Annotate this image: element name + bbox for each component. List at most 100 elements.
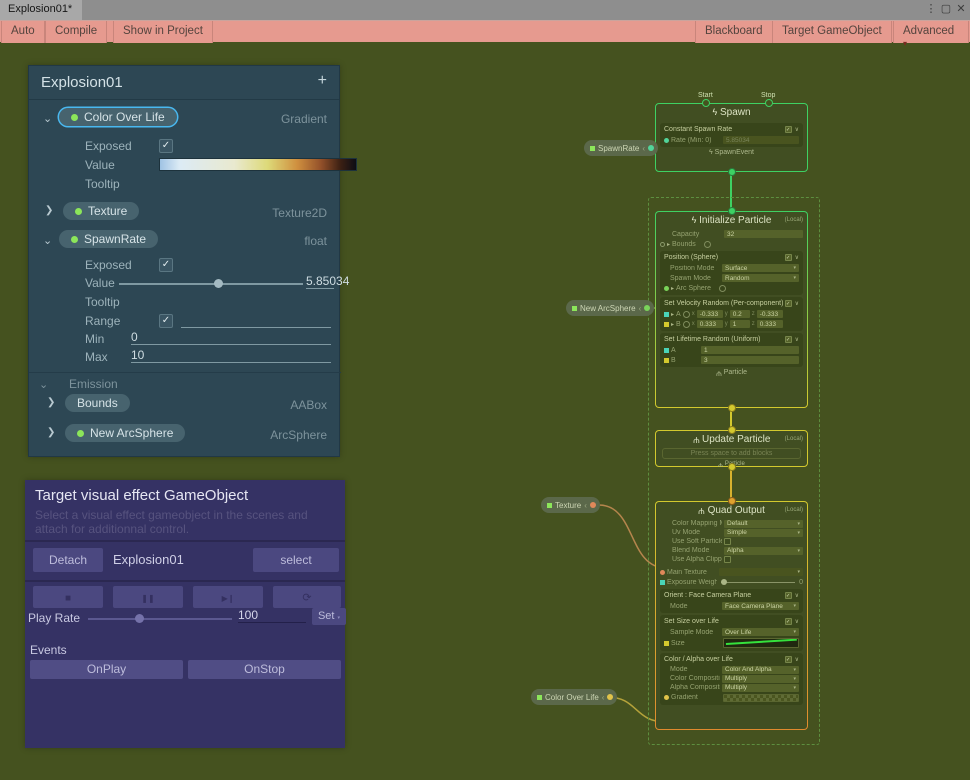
gradient-input-port[interactable]	[664, 695, 669, 700]
onplay-button[interactable]: OnPlay	[30, 660, 183, 679]
block-set-lifetime-random[interactable]: Set Lifetime Random (Uniform) ✓ ∨ A 1 B …	[660, 333, 803, 367]
spawn-mode-dropdown[interactable]: Random▾	[722, 274, 799, 282]
graph-param-node-texture[interactable]: Texture ‹	[541, 497, 600, 513]
random-mode-icon[interactable]	[683, 311, 690, 318]
param-pill-spawnrate[interactable]: SpawnRate	[59, 230, 158, 248]
onstop-button[interactable]: OnStop	[188, 660, 341, 679]
b-input-port[interactable]	[664, 358, 669, 363]
collapse-icon[interactable]: ‹	[584, 501, 587, 510]
random-mode-icon[interactable]	[719, 285, 726, 292]
block-collapse-icon[interactable]: ∨	[795, 254, 799, 261]
particle-input-port[interactable]	[728, 497, 736, 505]
expand-icon[interactable]: ▸	[671, 311, 674, 318]
gradient-value-field[interactable]	[159, 158, 357, 171]
gradient-field[interactable]	[723, 694, 799, 702]
b-z-field[interactable]: 0.333	[757, 320, 783, 328]
expand-icon[interactable]: ▸	[667, 241, 670, 248]
lifetime-b-field[interactable]: 3	[701, 356, 799, 364]
size-curve-field[interactable]	[723, 638, 799, 648]
block-enabled-checkbox[interactable]: ✓	[785, 126, 792, 133]
blackboard-header[interactable]: Explosion01 +	[29, 66, 339, 100]
exposure-weight-value[interactable]: 0	[799, 579, 803, 586]
size-input-port[interactable]	[664, 641, 669, 646]
collapse-icon[interactable]: ‹	[639, 304, 642, 313]
capacity-field[interactable]: 32	[724, 230, 803, 238]
block-collapse-icon[interactable]: ∨	[795, 618, 799, 625]
blend-mode-dropdown[interactable]: Alpha▾	[724, 547, 803, 555]
add-parameter-button[interactable]: +	[318, 72, 327, 90]
main-texture-input-port[interactable]	[660, 570, 665, 575]
param-pill-texture[interactable]: Texture	[63, 202, 139, 220]
use-soft-particle-checkbox[interactable]	[724, 538, 731, 545]
space-label[interactable]: (Local)	[785, 507, 803, 513]
stop-input-port[interactable]	[765, 99, 773, 107]
value-slider-handle[interactable]	[214, 279, 223, 288]
random-mode-icon[interactable]	[683, 321, 690, 328]
step-button[interactable]: ▶❙	[193, 586, 263, 608]
block-collapse-icon[interactable]: ∨	[795, 336, 799, 343]
orient-mode-dropdown[interactable]: Face Camera Plane▾	[722, 602, 799, 610]
particle-input-port[interactable]	[728, 426, 736, 434]
color-mapping-dropdown[interactable]: Default▾	[724, 520, 803, 528]
bounds-input-port[interactable]	[660, 242, 665, 247]
b-x-field[interactable]: 0.333	[697, 320, 723, 328]
set-dropdown-button[interactable]: Set ▾	[312, 608, 346, 625]
color-mode-dropdown[interactable]: Color And Alpha▾	[722, 666, 799, 674]
exposed-checkbox[interactable]: ✓	[159, 139, 173, 153]
exposure-weight-handle[interactable]	[721, 579, 727, 585]
update-particle-context-node[interactable]: Ψ Update Particle (Local) Press space to…	[655, 430, 808, 467]
show-in-project-button[interactable]: Show in Project	[113, 21, 213, 43]
detach-button[interactable]: Detach	[33, 548, 103, 572]
chevron-right-icon[interactable]: ❯	[47, 397, 55, 408]
block-enabled-checkbox[interactable]: ✓	[785, 336, 792, 343]
play-rate-field[interactable]: 100	[238, 608, 306, 623]
sample-mode-dropdown[interactable]: Over Life▾	[722, 628, 799, 636]
particle-output-port[interactable]	[728, 463, 736, 471]
block-enabled-checkbox[interactable]: ✓	[785, 656, 792, 663]
block-enabled-checkbox[interactable]: ✓	[785, 592, 792, 599]
use-alpha-clipping-checkbox[interactable]	[724, 556, 731, 563]
particle-output-port[interactable]	[728, 404, 736, 412]
position-mode-dropdown[interactable]: Surface▾	[722, 264, 799, 272]
chevron-down-icon[interactable]: ⌄	[43, 234, 52, 247]
block-enabled-checkbox[interactable]: ✓	[785, 254, 792, 261]
rate-input-port[interactable]	[664, 138, 669, 143]
initialize-particle-context-node[interactable]: ϟ Initialize Particle (Local) Capacity 3…	[655, 211, 808, 408]
block-enabled-checkbox[interactable]: ✓	[785, 618, 792, 625]
param-pill-new-arcsphere[interactable]: New ArcSphere	[65, 424, 185, 442]
target-gameobject-toggle-button[interactable]: Target GameObject	[772, 21, 892, 43]
rate-field[interactable]: 5.85034	[723, 136, 799, 144]
output-port[interactable]	[644, 305, 650, 311]
space-label[interactable]: (Local)	[785, 436, 803, 442]
alpha-composition-dropdown[interactable]: Multiply▾	[722, 684, 799, 692]
expand-icon[interactable]: ▸	[671, 321, 674, 328]
exposure-weight-input-port[interactable]	[660, 580, 665, 585]
a-y-field[interactable]: 0.2	[730, 310, 750, 318]
select-button[interactable]: select	[253, 548, 339, 572]
exposed-checkbox[interactable]: ✓	[159, 258, 173, 272]
arc-sphere-input-port[interactable]	[664, 286, 669, 291]
spawnevent-output-port[interactable]	[728, 168, 736, 176]
block-collapse-icon[interactable]: ∨	[795, 592, 799, 599]
tab-explosion01[interactable]: Explosion01*	[0, 0, 82, 20]
a-x-field[interactable]: -0.333	[697, 310, 723, 318]
kebab-menu-icon[interactable]: ⋮	[924, 2, 938, 15]
close-icon[interactable]: ✕	[954, 2, 968, 15]
chevron-down-icon[interactable]: ⌄	[43, 112, 52, 125]
value-field[interactable]: 5.85034	[306, 274, 334, 289]
b-input-port[interactable]	[664, 322, 669, 327]
graph-param-node-spawnrate[interactable]: SpawnRate ‹	[584, 140, 658, 156]
block-color-alpha-over-life[interactable]: Color / Alpha over Life ✓ ∨ Mode Color A…	[660, 653, 803, 705]
add-blocks-placeholder[interactable]: Press space to add blocks	[662, 448, 801, 459]
value-slider-track[interactable]	[119, 283, 303, 285]
main-texture-field[interactable]: ▾	[719, 568, 803, 576]
a-input-port[interactable]	[664, 312, 669, 317]
a-input-port[interactable]	[664, 348, 669, 353]
exposure-weight-slider[interactable]	[721, 582, 795, 583]
color-composition-dropdown[interactable]: Multiply▾	[722, 675, 799, 683]
uv-mode-dropdown[interactable]: Simple▾	[724, 529, 803, 537]
auto-button[interactable]: Auto	[1, 21, 45, 43]
block-orient-face-camera[interactable]: Orient : Face Camera Plane ✓ ∨ Mode Face…	[660, 589, 803, 613]
block-collapse-icon[interactable]: ∨	[795, 126, 799, 133]
min-field[interactable]: 0	[131, 330, 331, 345]
